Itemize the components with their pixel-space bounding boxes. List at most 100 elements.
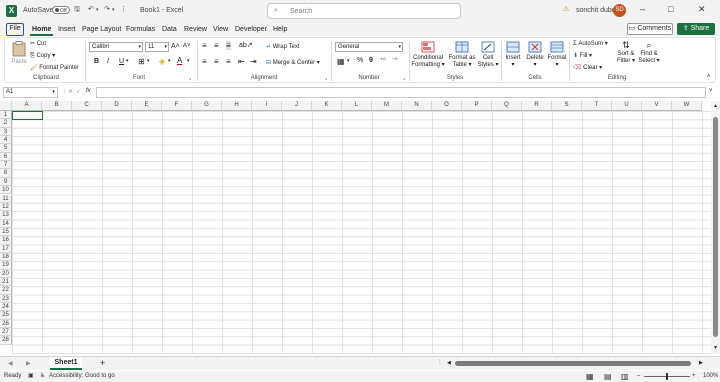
chevron-down-icon[interactable]: ▾ bbox=[168, 58, 171, 64]
column-header[interactable]: A bbox=[12, 101, 42, 111]
name-box[interactable]: A1 ▾ bbox=[3, 87, 58, 98]
row-header[interactable]: 20 bbox=[0, 269, 12, 278]
wrap-text-button[interactable]: ↵ Wrap Text bbox=[266, 43, 300, 50]
row-header[interactable]: 10 bbox=[0, 186, 12, 195]
row-header[interactable]: 22 bbox=[0, 286, 12, 295]
row-header[interactable]: 16 bbox=[0, 236, 12, 245]
select-all-corner[interactable] bbox=[0, 101, 12, 111]
scroll-left-icon[interactable]: ◀ bbox=[447, 360, 451, 366]
tab-formulas[interactable]: Formulas bbox=[124, 23, 157, 36]
enter-icon[interactable]: ✓ bbox=[76, 88, 81, 95]
chevron-down-icon[interactable]: ▾ bbox=[347, 58, 350, 64]
find-select-button[interactable]: ⌕ Find & Select ▾ bbox=[637, 40, 661, 64]
tab-file[interactable]: File bbox=[6, 23, 24, 36]
bold-button[interactable]: B bbox=[94, 58, 99, 65]
align-right-icon[interactable]: ≡ bbox=[226, 57, 231, 66]
page-layout-view-icon[interactable]: ▤ bbox=[604, 371, 612, 382]
active-cell[interactable] bbox=[12, 111, 43, 120]
row-header[interactable]: 28 bbox=[0, 336, 12, 345]
underline-button[interactable]: U bbox=[119, 58, 124, 65]
row-header[interactable]: 14 bbox=[0, 219, 12, 228]
vertical-scroll-thumb[interactable] bbox=[713, 117, 718, 337]
number-dialog-launcher-icon[interactable]: ⌟ bbox=[403, 75, 405, 81]
row-header[interactable]: 21 bbox=[0, 278, 12, 287]
column-header[interactable]: C bbox=[72, 101, 102, 111]
align-bottom-icon[interactable]: ≡ bbox=[226, 41, 231, 50]
merge-center-button[interactable]: ⊟ Merge & Center ▾ bbox=[266, 59, 320, 66]
autosum-button[interactable]: Σ AutoSum ▾ bbox=[573, 40, 608, 47]
cancel-icon[interactable]: ✕ bbox=[68, 88, 73, 95]
column-header[interactable]: E bbox=[132, 101, 162, 111]
warning-icon[interactable]: ⚠ bbox=[563, 5, 569, 15]
row-header[interactable]: 11 bbox=[0, 194, 12, 203]
column-header[interactable]: O bbox=[432, 101, 462, 111]
row-header[interactable]: 5 bbox=[0, 144, 12, 153]
column-header[interactable]: J bbox=[282, 101, 312, 111]
clear-button[interactable]: ⌫ Clear ▾ bbox=[573, 64, 602, 71]
save-icon[interactable]: 🖫 bbox=[74, 5, 80, 15]
decrease-decimal-icon[interactable]: ⁻⁰ bbox=[392, 57, 398, 64]
insert-function-icon[interactable]: fx bbox=[86, 88, 91, 94]
column-header[interactable]: H bbox=[222, 101, 252, 111]
tab-data[interactable]: Data bbox=[160, 23, 179, 36]
conditional-formatting-button[interactable]: Conditional Formatting ▾ bbox=[411, 41, 445, 68]
font-color-icon[interactable]: A bbox=[177, 56, 182, 65]
scroll-down-icon[interactable]: ▼ bbox=[713, 345, 718, 351]
align-center-icon[interactable]: ≡ bbox=[214, 57, 219, 66]
decrease-font-icon[interactable]: A˅ bbox=[183, 43, 191, 49]
insert-cells-button[interactable]: Insert ▾ bbox=[503, 41, 523, 68]
percent-button[interactable]: % bbox=[357, 57, 363, 64]
row-header[interactable]: 17 bbox=[0, 244, 12, 253]
tab-help[interactable]: Help bbox=[271, 23, 289, 36]
maximize-icon[interactable]: □ bbox=[668, 4, 673, 14]
column-header[interactable]: V bbox=[642, 101, 672, 111]
accessibility-status[interactable]: Accessibility: Good to go bbox=[49, 371, 115, 382]
row-header[interactable]: 26 bbox=[0, 319, 12, 329]
column-header[interactable]: D bbox=[102, 101, 132, 111]
vertical-scrollbar[interactable]: ▲ ▼ bbox=[711, 101, 720, 354]
increase-indent-icon[interactable]: ⇥ bbox=[250, 57, 257, 66]
currency-icon[interactable]: ▦ bbox=[337, 57, 345, 66]
row-header[interactable]: 15 bbox=[0, 227, 12, 237]
close-icon[interactable]: ✕ bbox=[698, 4, 706, 15]
column-header[interactable]: T bbox=[582, 101, 612, 111]
font-name-select[interactable]: Calibri ▾ bbox=[89, 42, 143, 52]
column-header[interactable]: R bbox=[522, 101, 552, 111]
page-break-view-icon[interactable]: ▥ bbox=[621, 371, 629, 382]
increase-decimal-icon[interactable]: ⁺⁰ bbox=[380, 57, 386, 64]
sort-filter-button[interactable]: ⇅ Sort & Filter ▾ bbox=[615, 40, 637, 64]
row-header[interactable]: 24 bbox=[0, 303, 12, 312]
cell-styles-button[interactable]: Cell Styles ▾ bbox=[477, 41, 499, 68]
undo-icon[interactable]: ↶ bbox=[88, 5, 94, 15]
comma-button[interactable]: 9 bbox=[369, 57, 373, 64]
increase-font-icon[interactable]: A˄ bbox=[171, 43, 180, 50]
prev-sheet-icon[interactable]: ◀ bbox=[8, 360, 13, 367]
column-header[interactable]: F bbox=[162, 101, 192, 111]
row-header[interactable]: 2 bbox=[0, 119, 12, 128]
row-header[interactable]: 8 bbox=[0, 169, 12, 178]
column-header[interactable]: U bbox=[612, 101, 642, 111]
row-header[interactable]: 1 bbox=[0, 111, 12, 120]
font-dialog-launcher-icon[interactable]: ⌟ bbox=[189, 75, 191, 81]
row-header[interactable]: 4 bbox=[0, 136, 12, 145]
tab-home[interactable]: Home bbox=[30, 23, 54, 36]
alignment-dialog-launcher-icon[interactable]: ⌟ bbox=[325, 75, 327, 81]
column-header[interactable]: G bbox=[192, 101, 222, 111]
zoom-out-icon[interactable]: – bbox=[637, 371, 640, 382]
horizontal-scroll-thumb[interactable] bbox=[455, 361, 691, 366]
row-header[interactable]: 12 bbox=[0, 202, 12, 212]
chevron-down-icon[interactable]: ▾ bbox=[147, 58, 150, 64]
row-header[interactable]: 6 bbox=[0, 152, 12, 162]
column-header[interactable]: L bbox=[342, 101, 372, 111]
italic-button[interactable]: I bbox=[107, 58, 109, 65]
column-header[interactable]: B bbox=[42, 101, 72, 111]
zoom-slider-handle[interactable] bbox=[666, 373, 668, 380]
column-header[interactable]: M bbox=[372, 101, 402, 111]
tab-view[interactable]: View bbox=[211, 23, 230, 36]
zoom-in-icon[interactable]: + bbox=[692, 371, 696, 382]
cells-area[interactable] bbox=[12, 111, 711, 354]
sheet-tab-sheet1[interactable]: Sheet1 bbox=[50, 357, 82, 370]
fill-button[interactable]: ⬇ Fill ▾ bbox=[573, 52, 592, 59]
search-box[interactable]: ⌕ Search bbox=[267, 3, 461, 19]
column-header[interactable]: P bbox=[462, 101, 492, 111]
